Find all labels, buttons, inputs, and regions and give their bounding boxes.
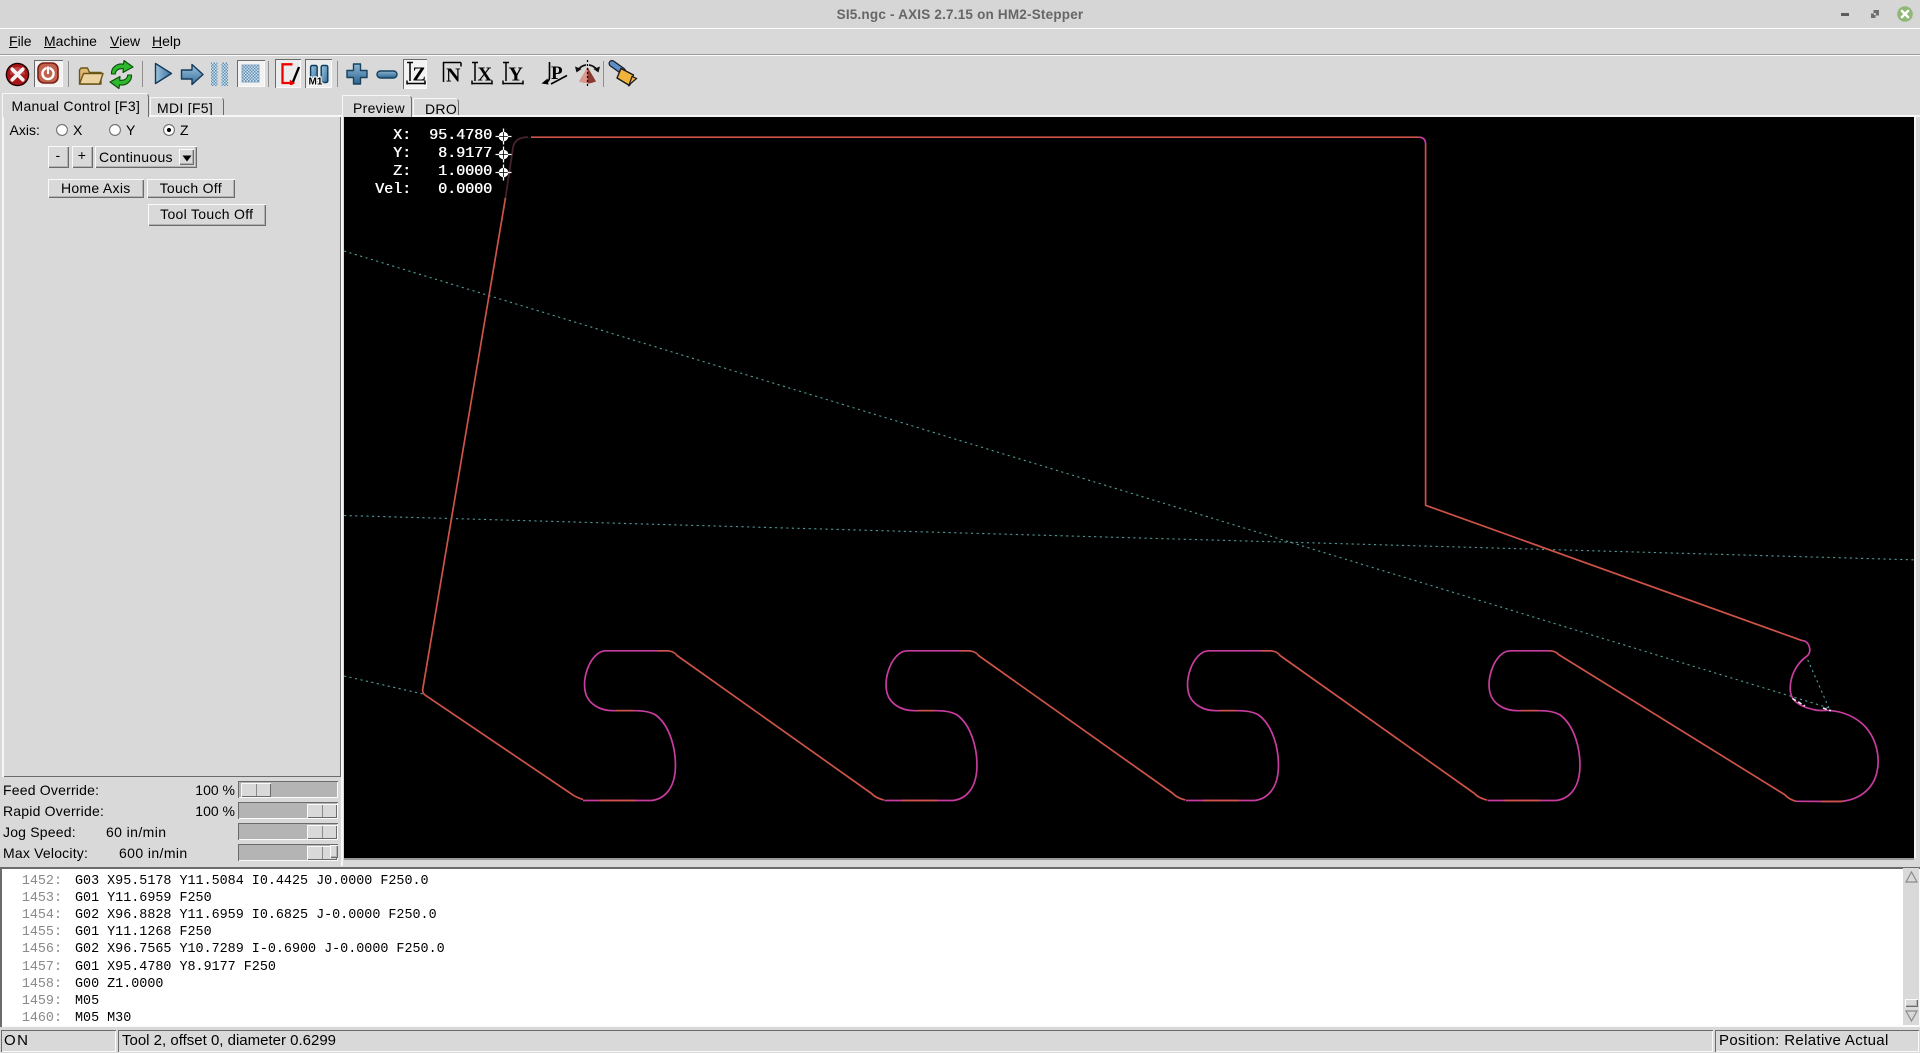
svg-text:X: X: [478, 64, 493, 86]
svg-text:Y: Y: [509, 64, 524, 86]
svg-text:Z: Z: [413, 64, 426, 86]
svg-text:N: N: [446, 65, 461, 87]
svg-text:M1: M1: [309, 77, 323, 88]
